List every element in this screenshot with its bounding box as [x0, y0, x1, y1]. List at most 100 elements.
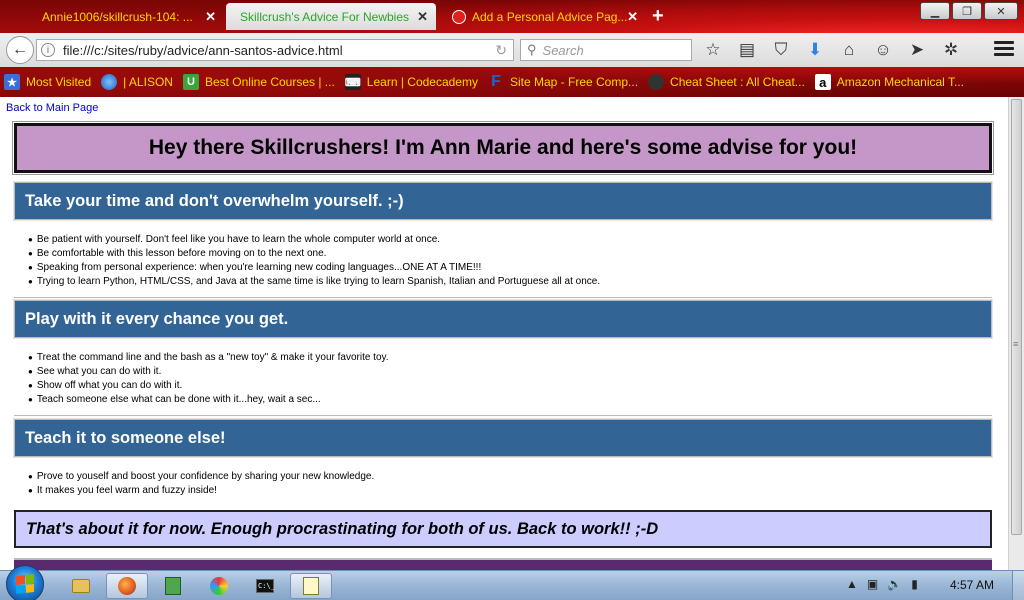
menu-icon[interactable]	[994, 41, 1014, 59]
reload-icon[interactable]: ↻	[495, 42, 507, 59]
advice-list: Prove to youself and boost your confiden…	[28, 470, 374, 498]
list-item: Trying to learn Python, HTML/CSS, and Ja…	[28, 275, 600, 289]
tab-label: Skillcrush's Advice For Newbies	[240, 9, 410, 24]
bookmark-label: | ALISON	[123, 75, 173, 89]
list-item: Treat the command line and the bash as a…	[28, 351, 389, 365]
tab-favicon-icon	[452, 9, 466, 24]
system-tray: ▲ ▣ 🔈 ▮	[846, 577, 918, 591]
browser-chrome: Annie1006/skillcrush-104: ... ✕ Skillcru…	[0, 0, 1024, 97]
info-icon[interactable]: i	[41, 43, 55, 57]
close-icon[interactable]: ✕	[417, 9, 428, 25]
bookmark-most-visited[interactable]: ★ Most Visited	[4, 74, 91, 90]
signal-icon[interactable]: ▮	[911, 577, 918, 591]
windows-taskbar: C:\_ ▲ ▣ 🔈 ▮ 4:57 AM	[0, 565, 1024, 600]
bookmark-label: Amazon Mechanical T...	[836, 75, 964, 89]
bookmark-udemy[interactable]: U Best Online Courses | ...	[182, 74, 335, 90]
back-to-main-link[interactable]: Back to Main Page	[6, 102, 98, 114]
bookmark-codecademy[interactable]: ⌨ Learn | Codecademy	[344, 74, 478, 90]
restore-button[interactable]: ❐	[952, 2, 982, 20]
start-button[interactable]	[6, 565, 44, 600]
udemy-icon: U	[182, 74, 199, 90]
taskbar-firefox[interactable]	[106, 573, 148, 599]
grip-icon: ≡	[1013, 339, 1019, 349]
show-desktop-button[interactable]	[1012, 571, 1024, 600]
advice-list: Be patient with yourself. Don't feel lik…	[28, 233, 600, 289]
notepad-icon	[303, 577, 319, 595]
clock[interactable]: 4:57 AM	[950, 578, 994, 592]
home-icon[interactable]: ⌂	[838, 40, 860, 60]
tab-strip: Annie1006/skillcrush-104: ... ✕ Skillcru…	[0, 0, 920, 33]
search-placeholder: Search	[542, 42, 584, 58]
command-prompt-icon: C:\_	[256, 579, 275, 593]
toolbar-icons: ☆ ▤ ⛉ ⬇ ⌂ ☺ ➤ ✲	[702, 40, 962, 60]
list-item: See what you can do with it.	[28, 365, 389, 379]
navigation-toolbar: ← i file:///c:/sites/ruby/advice/ann-san…	[0, 33, 1024, 67]
app-icon	[165, 577, 181, 595]
folder-icon	[72, 579, 90, 593]
divider	[14, 297, 992, 298]
tab-add-advice[interactable]: Add a Personal Advice Pag... ✕	[438, 3, 646, 30]
f-icon: F	[491, 73, 501, 90]
new-tab-plus-icon[interactable]: +	[652, 5, 664, 28]
bookmark-site-map[interactable]: F Site Map - Free Comp...	[488, 73, 639, 90]
close-icon[interactable]: ✕	[627, 9, 638, 25]
bookmark-amazon[interactable]: a Amazon Mechanical T...	[814, 74, 964, 90]
download-icon[interactable]: ⬇	[804, 40, 826, 60]
bookmark-alison[interactable]: | ALISON	[101, 74, 173, 90]
most-visited-icon: ★	[4, 74, 20, 90]
bookmark-label: Best Online Courses | ...	[204, 75, 335, 89]
firefox-icon	[118, 577, 136, 595]
taskbar-notepad[interactable]	[290, 573, 332, 599]
tab-skillcrush-advice[interactable]: Skillcrush's Advice For Newbies ✕	[226, 3, 436, 30]
list-item: Teach someone else what can be done with…	[28, 393, 389, 407]
footer-strip	[14, 558, 992, 570]
bookmark-label: Cheat Sheet : All Cheat...	[670, 75, 805, 89]
tab-label: Add a Personal Advice Pag...	[472, 9, 628, 24]
minimize-button[interactable]: ▁	[920, 2, 950, 20]
window-controls: ▁ ❐ ✕	[920, 2, 1018, 20]
back-arrow-icon[interactable]: ←	[6, 36, 34, 64]
url-text: file:///c:/sites/ruby/advice/ann-santos-…	[63, 42, 343, 58]
puzzle-icon[interactable]: ✲	[940, 40, 962, 60]
network-drive-icon[interactable]: ▣	[867, 577, 878, 591]
volume-icon[interactable]: 🔈	[887, 577, 902, 591]
pocket-icon[interactable]: ⛉	[770, 40, 792, 60]
search-icon: ⚲	[527, 42, 537, 57]
search-input[interactable]: ⚲ Search	[520, 39, 692, 61]
bookmark-label: Learn | Codecademy	[366, 75, 478, 89]
smiley-icon[interactable]: ☺	[872, 40, 894, 60]
section-heading: Teach it to someone else!	[13, 418, 993, 458]
reading-list-icon[interactable]: ▤	[736, 40, 758, 60]
taskbar-app-green[interactable]	[152, 573, 194, 599]
bookmark-label: Site Map - Free Comp...	[509, 75, 639, 89]
vertical-scrollbar[interactable]: ≡	[1008, 97, 1024, 570]
windows-logo-icon	[16, 574, 34, 594]
send-icon[interactable]: ➤	[906, 40, 928, 60]
bookmarks-toolbar: ★ Most Visited | ALISON U Best Online Co…	[0, 67, 1024, 97]
tab-github[interactable]: Annie1006/skillcrush-104: ... ✕	[28, 3, 224, 30]
globe-icon	[101, 74, 118, 90]
list-item: Be patient with yourself. Don't feel lik…	[28, 233, 600, 247]
bookmark-cheat-sheet[interactable]: Cheat Sheet : All Cheat...	[648, 74, 805, 90]
closing-banner: That's about it for now. Enough procrast…	[14, 510, 992, 548]
bookmark-label: Most Visited	[26, 75, 92, 89]
section-heading: Take your time and don't overwhelm yours…	[13, 181, 993, 221]
divider	[14, 415, 992, 416]
hero-banner: Hey there Skillcrushers! I'm Ann Marie a…	[12, 121, 994, 175]
bookmark-star-icon[interactable]: ☆	[702, 40, 724, 60]
cheatsheet-icon	[648, 74, 665, 90]
tray-expand-icon[interactable]: ▲	[846, 577, 858, 591]
page-viewport: Back to Main Page Hey there Skillcrusher…	[0, 97, 1008, 570]
taskbar-explorer[interactable]	[60, 573, 102, 599]
paint-icon	[210, 577, 228, 595]
taskbar-cmd[interactable]: C:\_	[244, 573, 286, 599]
scrollbar-thumb[interactable]	[1011, 99, 1022, 535]
list-item: Speaking from personal experience: when …	[28, 261, 600, 275]
close-window-button[interactable]: ✕	[984, 2, 1018, 20]
list-item: Show off what you can do with it.	[28, 379, 389, 393]
codecademy-icon: ⌨	[344, 74, 361, 90]
close-icon[interactable]: ✕	[205, 9, 216, 25]
taskbar-paint[interactable]	[198, 573, 240, 599]
tab-label: Annie1006/skillcrush-104: ...	[42, 9, 193, 24]
url-bar[interactable]: i file:///c:/sites/ruby/advice/ann-santo…	[36, 39, 514, 61]
